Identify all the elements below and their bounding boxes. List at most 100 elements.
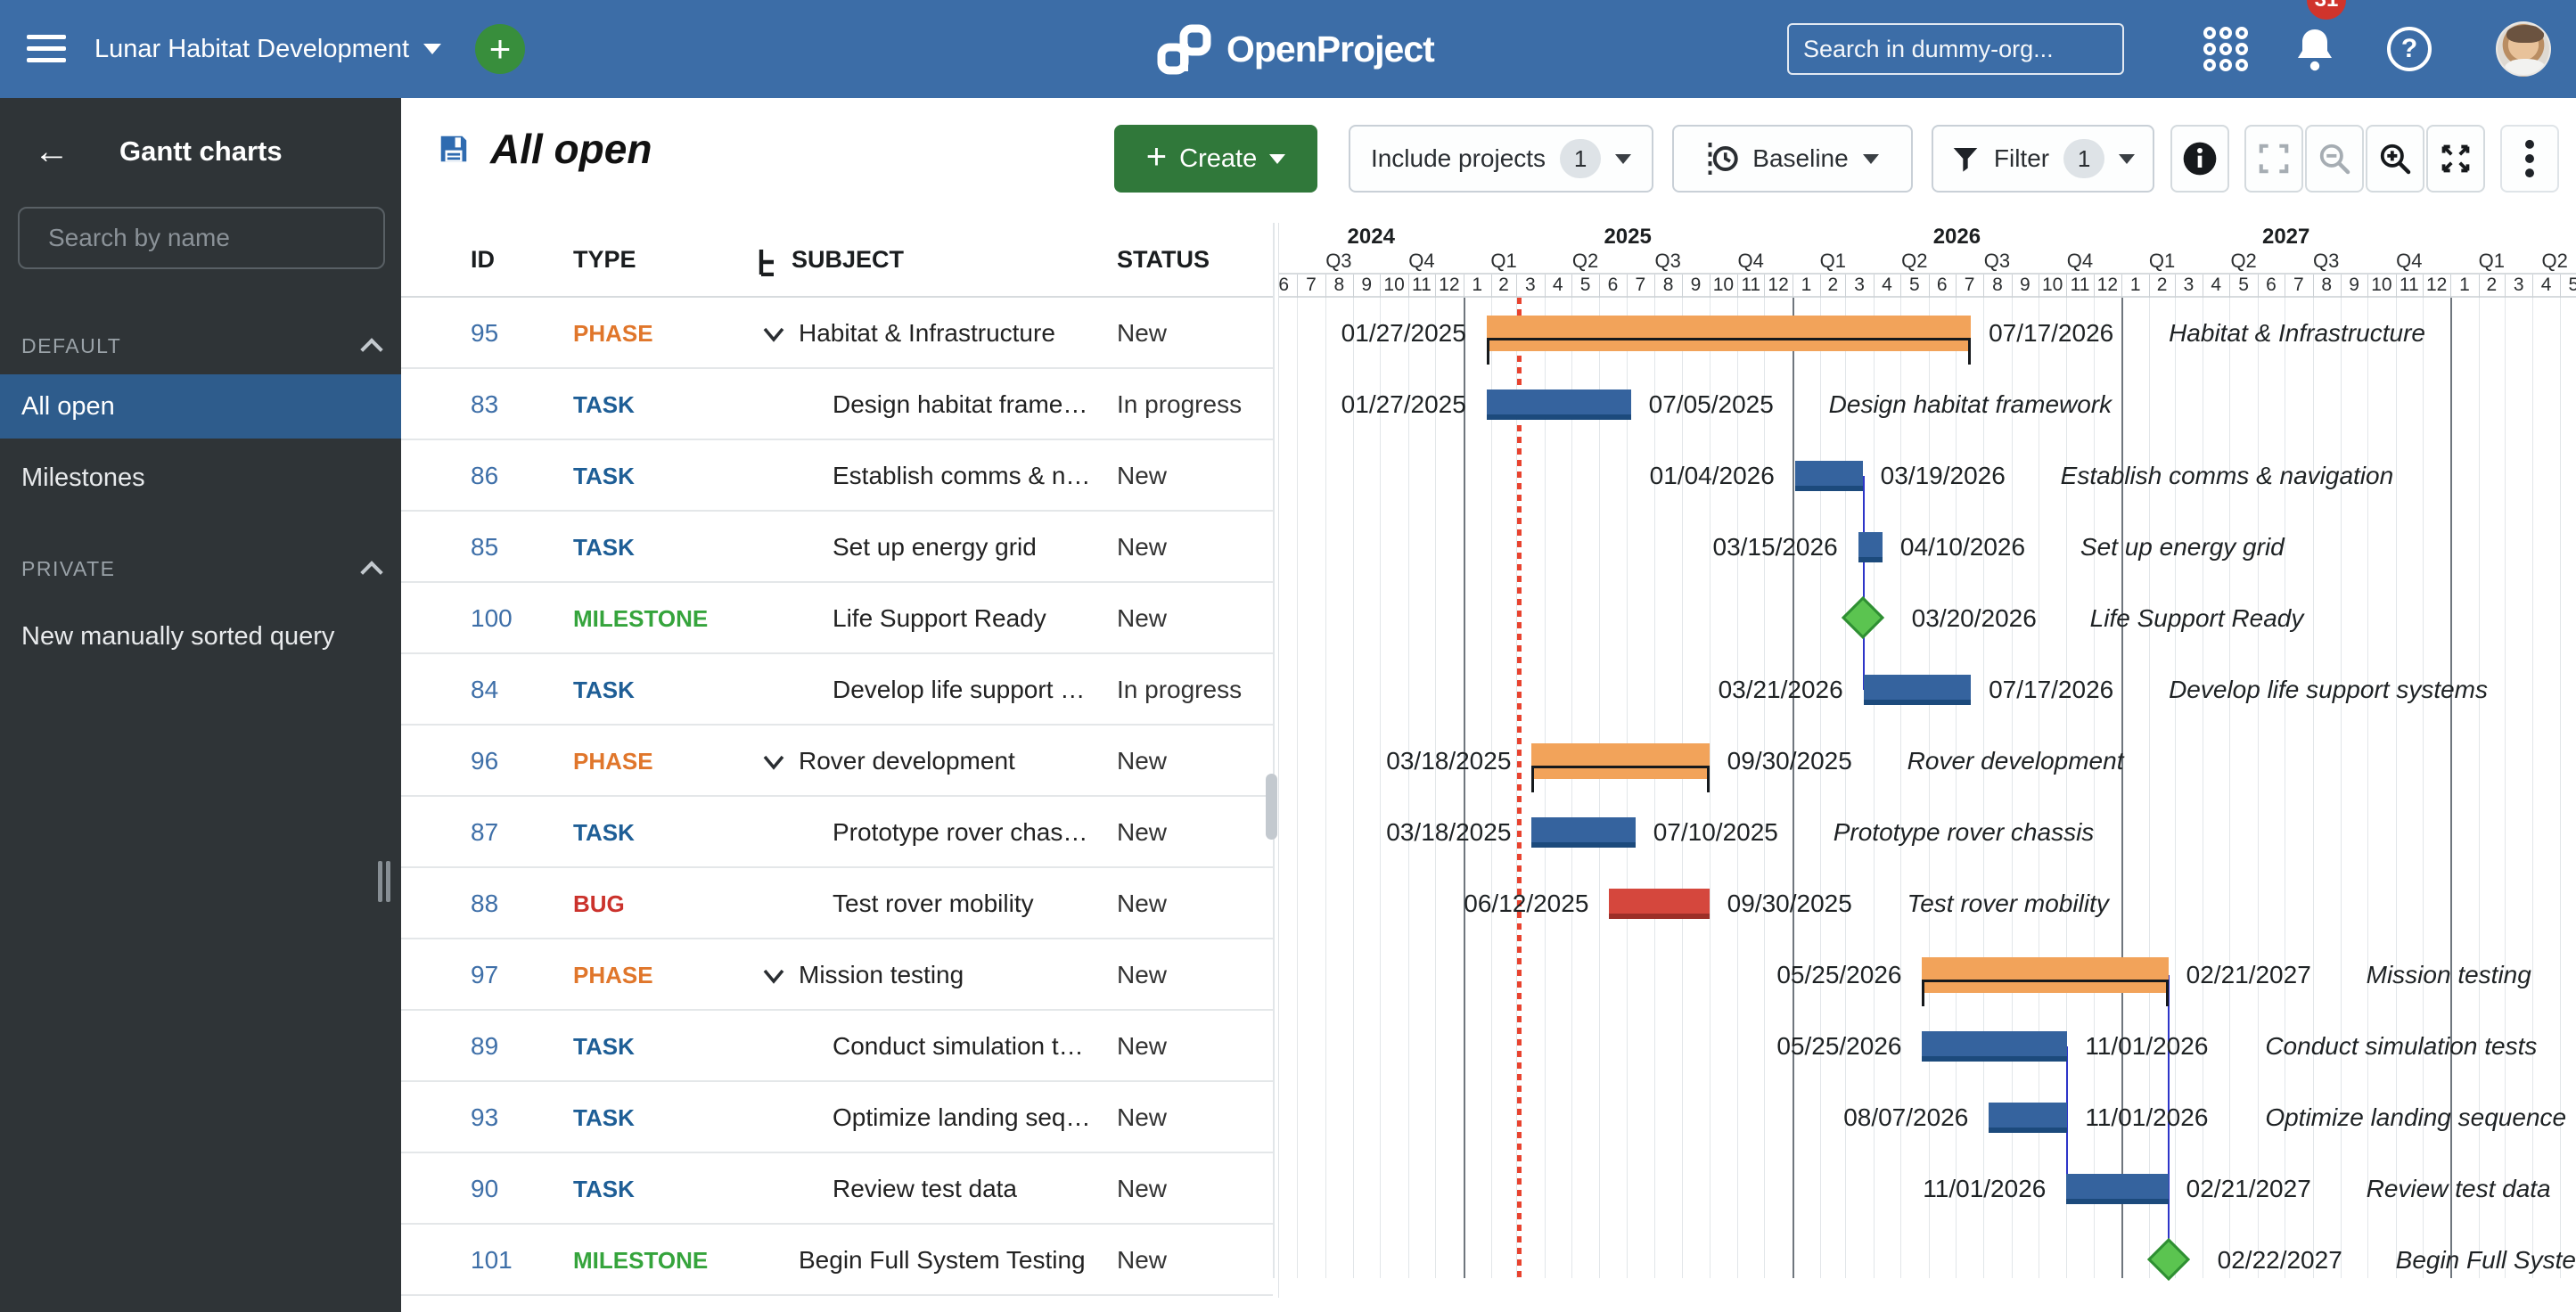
quick-add-button[interactable]: + (475, 24, 525, 74)
collapse-chevron-icon[interactable] (762, 326, 785, 342)
collapse-chevron-icon[interactable] (762, 754, 785, 770)
notifications-bell[interactable]: 31 (2284, 0, 2346, 98)
work-package-id-link[interactable]: 100 (471, 604, 513, 633)
table-row[interactable]: 95 PHASE Habitat & Infrastructure New (401, 298, 1273, 369)
more-options-button[interactable] (2500, 125, 2559, 193)
table-row[interactable]: 101 MILESTONE Begin Full System Testing … (401, 1225, 1273, 1296)
help-button[interactable]: ? (2378, 0, 2441, 98)
create-button[interactable]: + Create (1114, 125, 1317, 193)
sidebar-item-all-open[interactable]: All open (0, 374, 401, 439)
gantt-bar[interactable] (1486, 390, 1631, 420)
gantt-bar[interactable] (1922, 1031, 2068, 1062)
work-package-subject[interactable]: Life Support Ready (833, 604, 1046, 633)
work-package-subject[interactable]: Test rover mobility (833, 890, 1034, 918)
work-package-subject[interactable]: Habitat & Infrastructure (799, 319, 1055, 348)
table-row[interactable]: 83 TASK Design habitat frame… In progres… (401, 369, 1273, 440)
table-row[interactable]: 90 TASK Review test data New (401, 1153, 1273, 1225)
section-private[interactable]: PRIVATE (21, 551, 383, 586)
project-selector[interactable]: Lunar Habitat Development (94, 0, 442, 98)
milestone-diamond[interactable] (2146, 1237, 2190, 1282)
work-package-subject[interactable]: Review test data (833, 1175, 1017, 1203)
work-package-id-link[interactable]: 89 (471, 1032, 498, 1061)
col-subject[interactable]: SUBJECT (792, 246, 904, 274)
work-package-id-link[interactable]: 101 (471, 1246, 513, 1275)
work-package-id-link[interactable]: 97 (471, 961, 498, 989)
include-projects-button[interactable]: Include projects 1 (1349, 125, 1653, 193)
gantt-bar[interactable] (1858, 532, 1883, 562)
table-row[interactable]: 84 TASK Develop life support … In progre… (401, 654, 1273, 726)
global-search-input[interactable] (1803, 35, 2119, 63)
section-default[interactable]: DEFAULT (21, 328, 383, 364)
work-package-subject[interactable]: Conduct simulation t… (833, 1032, 1084, 1061)
gantt-bar[interactable] (1609, 889, 1710, 919)
auto-zoom-button[interactable] (2426, 125, 2485, 193)
work-package-subject[interactable]: Design habitat frame… (833, 390, 1087, 419)
table-row[interactable]: 96 PHASE Rover development New (401, 726, 1273, 797)
collapse-chevron-icon[interactable] (762, 968, 785, 984)
bar-start-date-label: 03/21/2026 (1718, 676, 1843, 703)
table-row[interactable]: 85 TASK Set up energy grid New (401, 512, 1273, 583)
work-package-subject[interactable]: Rover development (799, 747, 1015, 775)
zoom-out-button[interactable] (2305, 125, 2364, 193)
col-status[interactable]: STATUS (1117, 246, 1210, 274)
hamburger-menu-icon[interactable] (27, 33, 66, 65)
table-row[interactable]: 86 TASK Establish comms & n… New (401, 440, 1273, 512)
col-type[interactable]: TYPE (573, 246, 636, 274)
table-row[interactable]: 87 TASK Prototype rover chas… New (401, 797, 1273, 868)
table-row[interactable]: 97 PHASE Mission testing New (401, 939, 1273, 1011)
work-package-subject[interactable]: Establish comms & n… (833, 462, 1090, 490)
work-package-id-link[interactable]: 87 (471, 818, 498, 847)
openproject-logo[interactable]: OpenProject (1155, 0, 1435, 98)
filter-button[interactable]: Filter 1 (1932, 125, 2154, 193)
sidebar-item-milestones[interactable]: Milestones (0, 446, 401, 510)
baseline-button[interactable]: Baseline (1672, 125, 1913, 193)
month-label: 3 (1525, 275, 1536, 295)
table-row[interactable]: 89 TASK Conduct simulation t… New (401, 1011, 1273, 1082)
table-row[interactable]: 100 MILESTONE Life Support Ready New (401, 583, 1273, 654)
work-package-id-link[interactable]: 85 (471, 533, 498, 562)
month-label: 7 (1306, 275, 1317, 295)
sidebar-search[interactable] (18, 207, 385, 269)
gantt-bar[interactable] (1531, 817, 1636, 848)
user-menu[interactable] (2492, 0, 2555, 98)
gantt-bar[interactable] (1922, 957, 2169, 1006)
global-search[interactable] (1787, 23, 2124, 75)
sidebar-resize-handle[interactable] (378, 861, 394, 902)
hierarchy-sort-icon[interactable] (758, 250, 781, 276)
gantt-bar[interactable] (1989, 1103, 2068, 1133)
zoom-in-button[interactable] (2366, 125, 2424, 193)
sidebar-search-input[interactable] (48, 224, 370, 252)
work-package-subject[interactable]: Begin Full System Testing (799, 1246, 1086, 1275)
gantt-bar[interactable] (2066, 1174, 2169, 1204)
gantt-bar[interactable] (1531, 743, 1710, 792)
col-id[interactable]: ID (471, 246, 495, 274)
splitter-drag-handle[interactable] (1266, 774, 1277, 840)
gantt-bar[interactable] (1794, 461, 1863, 491)
work-package-id-link[interactable]: 95 (471, 319, 498, 348)
work-package-id-link[interactable]: 88 (471, 890, 498, 918)
gantt-bar[interactable] (1863, 675, 1972, 705)
info-button[interactable] (2170, 125, 2229, 193)
month-label: 5 (2560, 275, 2576, 298)
work-package-id-link[interactable]: 96 (471, 747, 498, 775)
table-row[interactable]: 93 TASK Optimize landing seq… New (401, 1082, 1273, 1153)
work-package-subject[interactable]: Mission testing (799, 961, 964, 989)
work-package-subject[interactable]: Set up energy grid (833, 533, 1037, 562)
zoom-to-selection-button[interactable] (2244, 125, 2303, 193)
sidebar-item-new-manually-sorted-query[interactable]: New manually sorted query (0, 604, 401, 668)
month-label: 1 (1801, 275, 1812, 295)
work-package-id-link[interactable]: 93 (471, 1103, 498, 1132)
work-package-subject[interactable]: Optimize landing seq… (833, 1103, 1090, 1132)
work-package-id-link[interactable]: 90 (471, 1175, 498, 1203)
modules-grid-icon[interactable] (2195, 0, 2257, 98)
work-package-id-link[interactable]: 84 (471, 676, 498, 704)
milestone-diamond[interactable] (1841, 595, 1884, 640)
work-package-id-link[interactable]: 86 (471, 462, 498, 490)
bar-end-date-label: 11/01/2026 (2085, 1032, 2209, 1060)
table-row[interactable]: 88 BUG Test rover mobility New (401, 868, 1273, 939)
work-package-id-link[interactable]: 83 (471, 390, 498, 419)
work-package-subject[interactable]: Prototype rover chas… (833, 818, 1087, 847)
gantt-bar[interactable] (1486, 316, 1972, 365)
back-arrow-icon[interactable]: ← (34, 134, 70, 169)
work-package-subject[interactable]: Develop life support … (833, 676, 1085, 704)
